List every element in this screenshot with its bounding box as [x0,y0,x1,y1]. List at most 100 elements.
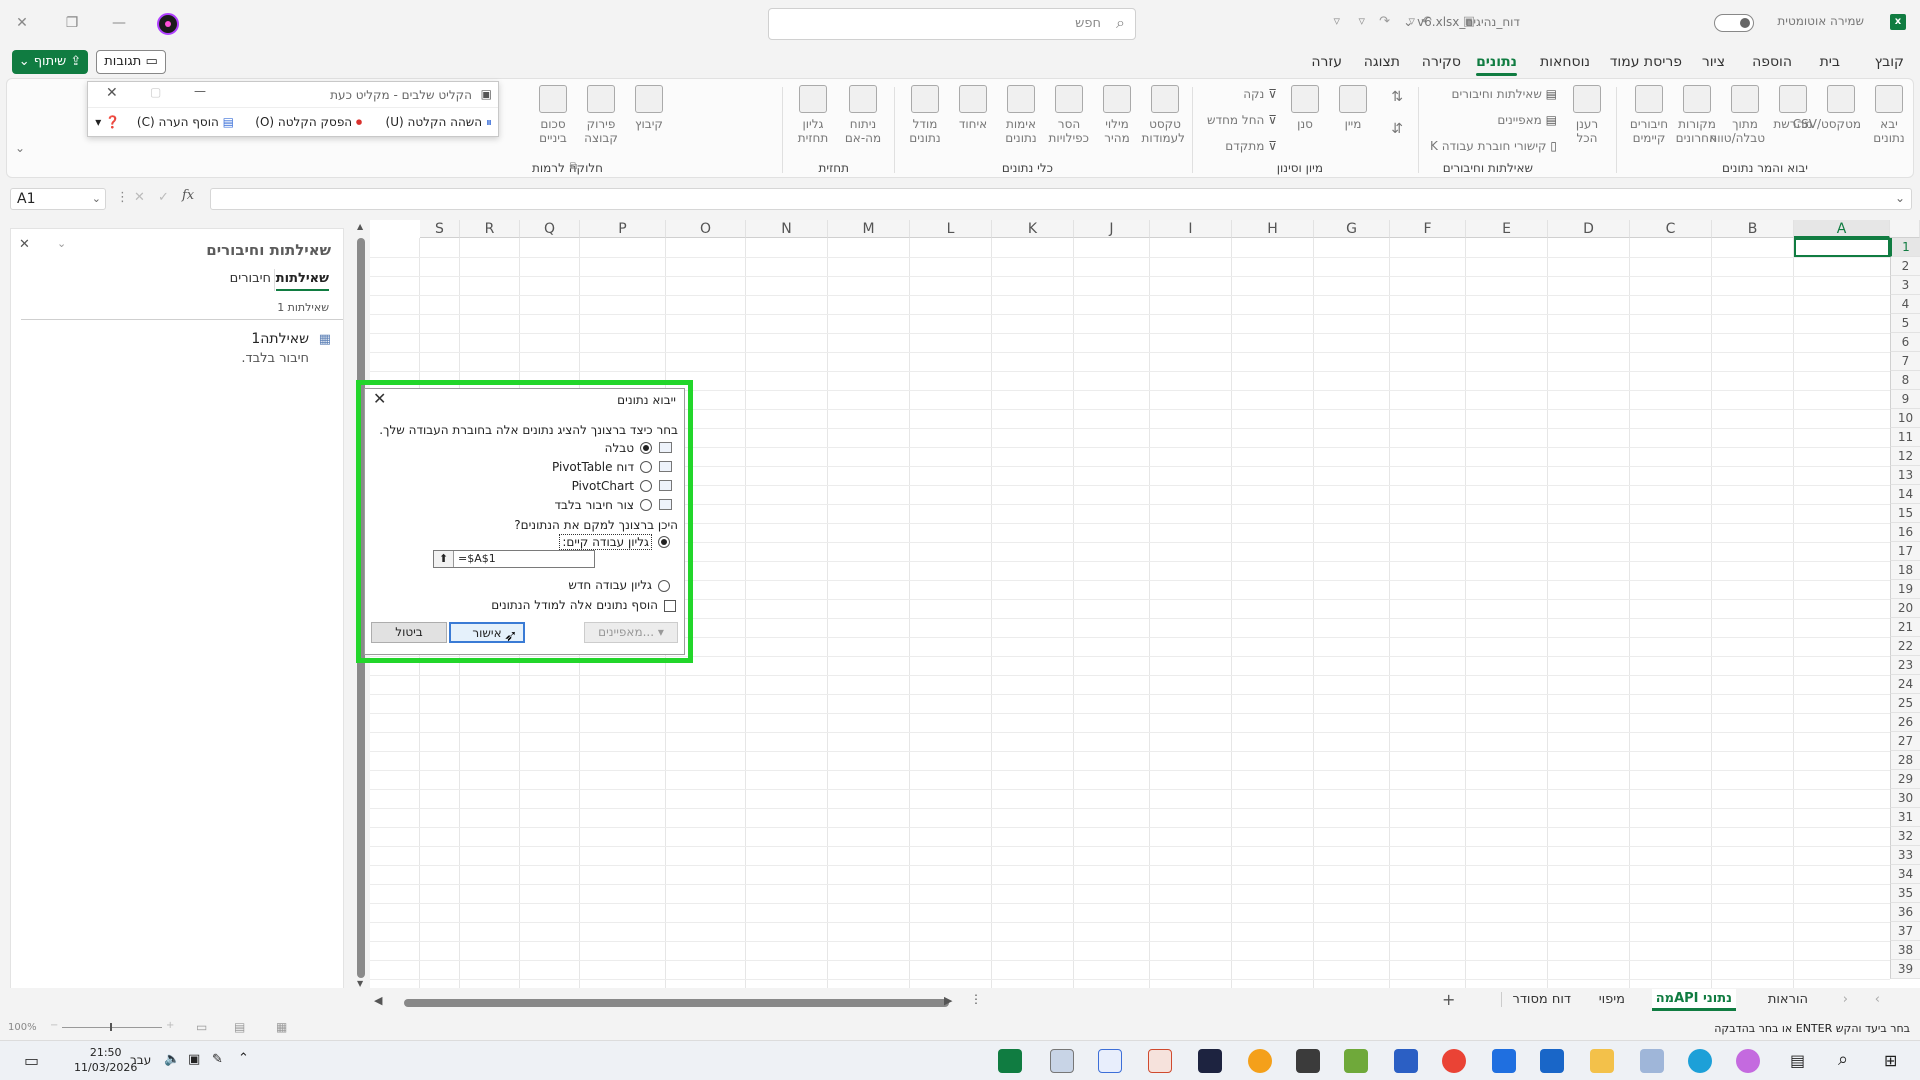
more-options-icon[interactable]: ⋮ [116,190,129,205]
row-header[interactable]: 15 [1890,504,1920,523]
column-header[interactable]: Q [520,220,580,238]
column-header[interactable]: F [1390,220,1466,238]
radio-pivottable[interactable] [640,461,652,473]
radio-existing-worksheet[interactable] [658,536,670,548]
row-header[interactable]: 28 [1890,751,1920,770]
zoom-in-icon[interactable]: + [166,1020,174,1031]
radio-pivotchart[interactable] [640,480,652,492]
row-header[interactable]: 13 [1890,466,1920,485]
row-header[interactable]: 12 [1890,447,1920,466]
get-data-button[interactable]: יבא נתונים [1869,85,1909,145]
query-item[interactable]: ▦ שאילתה1 חיבור בלבד. [51,329,331,373]
task-view-icon[interactable]: ▤ [1790,1051,1805,1070]
sort-button[interactable]: מיין [1333,85,1373,131]
normal-view-icon[interactable]: ▦ [276,1020,287,1034]
column-header[interactable]: H [1232,220,1314,238]
sort-asc-icon[interactable]: ⇅ [1391,89,1403,105]
from-text-csv-button[interactable]: מטקסט/CSV [1793,85,1861,131]
notes-taskbar-icon[interactable] [1344,1049,1368,1073]
language-indicator[interactable]: עבר [130,1053,151,1067]
radio-table[interactable] [640,442,652,454]
existing-connections-button[interactable]: חיבורים קיימים [1629,85,1669,145]
cancel-entry-icon[interactable]: ✕ [134,190,145,205]
properties-button[interactable]: ▤ מאפיינים [1497,113,1557,127]
volume-icon[interactable]: 🔈 [164,1052,180,1067]
name-box[interactable]: A1 ⌄ [10,188,106,210]
start-button-icon[interactable]: ⊞ [1884,1051,1897,1070]
row-header[interactable]: 27 [1890,732,1920,751]
horizontal-scroll-thumb[interactable] [404,999,949,1007]
column-header[interactable]: M [828,220,910,238]
data-model-button[interactable]: מודל נתונים [905,85,945,145]
expand-formula-icon[interactable]: ⌄ [1895,191,1905,205]
row-header[interactable]: 7 [1890,352,1920,371]
row-header[interactable]: 38 [1890,941,1920,960]
add-sheet-icon[interactable]: + [1442,990,1455,1009]
queries-connections-button[interactable]: ▤ שאילתות וחיבורים [1452,87,1557,101]
store-taskbar-icon[interactable] [1540,1049,1564,1073]
row-header[interactable]: 36 [1890,903,1920,922]
filter-button[interactable]: סנן [1285,85,1325,131]
data-validation-button[interactable]: אימות נתונים [1001,85,1041,145]
clear-filter-button[interactable]: ⊽ נקה [1243,87,1277,101]
cancel-button[interactable]: ביטול [371,622,447,643]
photos-taskbar-icon[interactable] [1640,1049,1664,1073]
workbook-links-button[interactable]: ▯ קישורי חוברת עבודה K [1430,139,1557,153]
ungroup-button[interactable]: פירוק קבוצה [581,85,621,145]
edge-taskbar-icon[interactable] [1688,1049,1712,1073]
zoom-out-icon[interactable]: − [50,1020,58,1031]
paint-taskbar-icon[interactable] [1148,1049,1172,1073]
input-method-icon[interactable]: ✎ [212,1052,223,1067]
text-to-columns-button[interactable]: טקסט לעמודות [1142,85,1185,145]
pane-options-icon[interactable]: ⌄ [57,237,66,250]
notifications-icon[interactable]: ▭ [24,1051,39,1070]
add-to-data-model-checkbox[interactable] [664,600,676,612]
radio-connection-only[interactable] [640,499,652,511]
minimize-window-icon[interactable]: — [105,10,133,36]
scroll-right-icon[interactable]: ▶ [944,994,952,1007]
row-header[interactable]: 31 [1890,808,1920,827]
recorder-minimize-icon[interactable]: — [194,84,206,98]
close-window-icon[interactable]: ✕ [8,10,36,36]
pane-close-icon[interactable]: ✕ [19,237,30,252]
tab-formulas[interactable]: נוסחאות [1540,54,1590,70]
restore-window-icon[interactable]: ❐ [58,10,86,36]
pause-recording-button[interactable]: ⏸ השהה הקלטה (U) [386,115,492,130]
collapse-ribbon-icon[interactable]: ⌄ [15,141,25,155]
column-header[interactable]: O [666,220,746,238]
clock[interactable]: 21:50 11/03/2026 [74,1045,137,1075]
what-if-button[interactable]: ניתוח מה-אם [843,85,883,145]
outlook-taskbar-icon[interactable] [1492,1049,1516,1073]
chrome-taskbar-icon[interactable] [1442,1049,1466,1073]
row-header[interactable]: 34 [1890,865,1920,884]
recording-indicator-icon[interactable] [157,13,179,35]
terminal-taskbar-icon[interactable] [1296,1049,1320,1073]
row-header[interactable]: 6 [1890,333,1920,352]
row-header[interactable]: 16 [1890,523,1920,542]
column-header[interactable]: E [1466,220,1548,238]
confirm-entry-icon[interactable]: ✓ [158,190,169,205]
scroll-down-icon[interactable]: ▼ [357,979,363,988]
taskbar-search-icon[interactable]: ⌕ [1838,1049,1848,1070]
row-header[interactable]: 25 [1890,694,1920,713]
file-explorer-taskbar-icon[interactable] [1590,1049,1614,1073]
tab-data[interactable]: נתונים [1476,54,1517,76]
group-button[interactable]: קיבוץ [629,85,669,131]
search-app-taskbar-icon[interactable] [1248,1049,1272,1073]
row-header[interactable]: 3 [1890,276,1920,295]
row-header[interactable]: 9 [1890,390,1920,409]
refresh-all-button[interactable]: רענן הכל [1567,85,1607,145]
row-header[interactable]: 24 [1890,675,1920,694]
page-break-view-icon[interactable]: ▭ [196,1020,207,1034]
next-sheet-icon[interactable]: › [1875,992,1880,1007]
recorder-help-button[interactable]: ❓ ▾ [95,115,120,129]
recorder-close-icon[interactable]: ✕ [106,85,118,101]
column-header[interactable]: J [1074,220,1150,238]
column-header[interactable]: P [580,220,666,238]
flash-fill-button[interactable]: מילוי מהיר [1097,85,1137,145]
outline-settings-icon[interactable]: ⧉ [570,161,577,172]
tab-home[interactable]: בית [1820,54,1840,70]
row-header[interactable]: 21 [1890,618,1920,637]
zoom-slider-thumb[interactable] [110,1023,112,1031]
row-header[interactable]: 33 [1890,846,1920,865]
